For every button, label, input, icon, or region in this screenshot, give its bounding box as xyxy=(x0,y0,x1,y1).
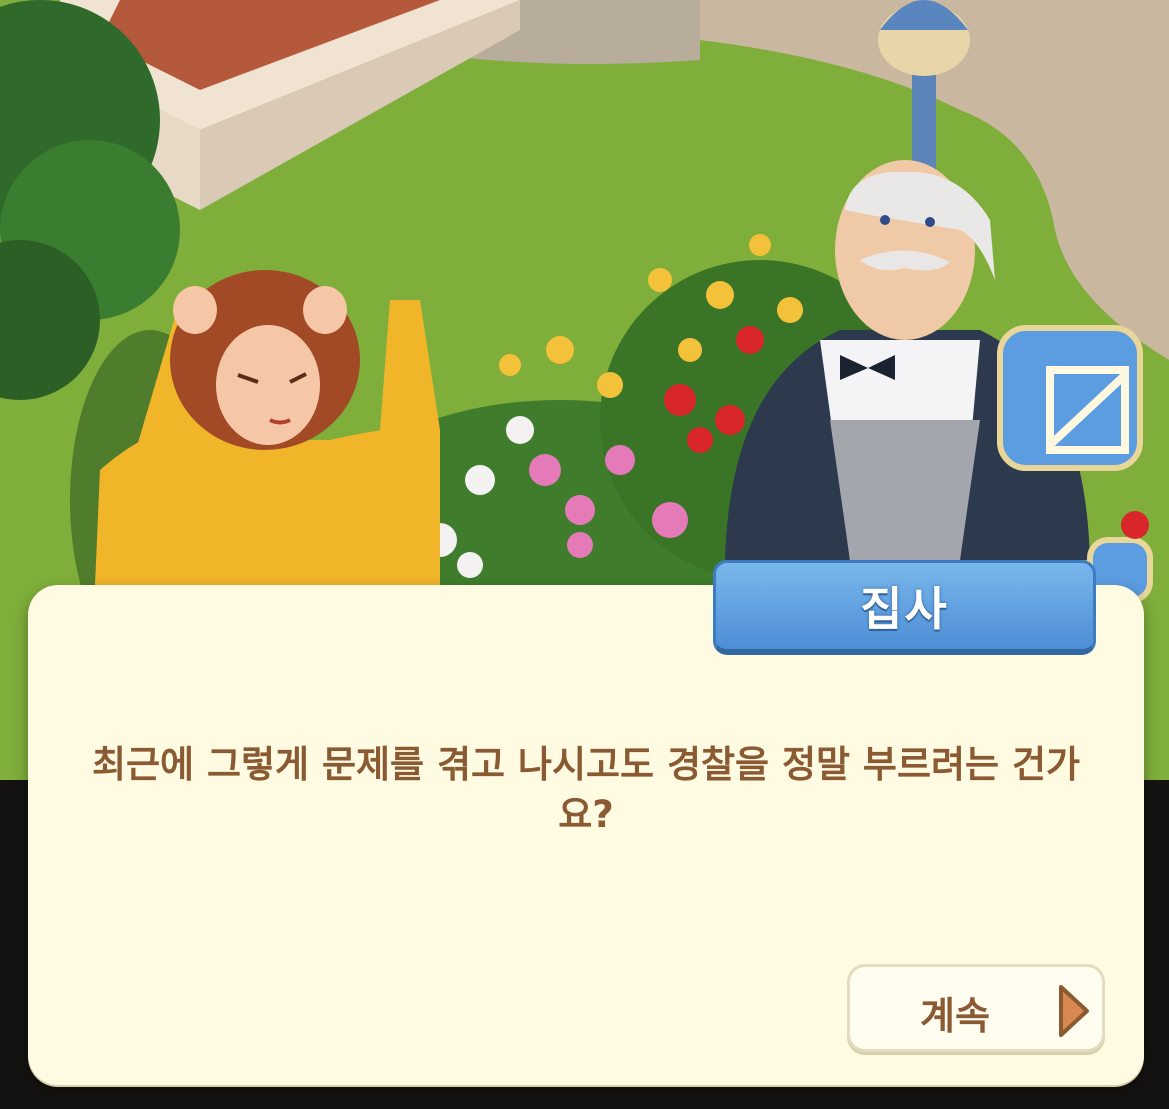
speaker-name-tab: 집사 xyxy=(713,560,1096,655)
mail-button[interactable] xyxy=(997,325,1143,471)
side-flower xyxy=(1121,511,1149,539)
speaker-name: 집사 xyxy=(860,582,949,636)
dialog-box[interactable]: 최근에 그렇게 문제를 겪고 나시고도 경찰을 정말 부르려는 건가요? 계속 xyxy=(28,585,1144,1085)
continue-label: 계속 xyxy=(920,994,990,1038)
dialog-text: 최근에 그렇게 문제를 겪고 나시고도 경찰을 정말 부르려는 건가요? xyxy=(91,743,1081,836)
chevron-right-icon xyxy=(1059,985,1089,1037)
continue-button[interactable]: 계속 xyxy=(847,964,1105,1052)
